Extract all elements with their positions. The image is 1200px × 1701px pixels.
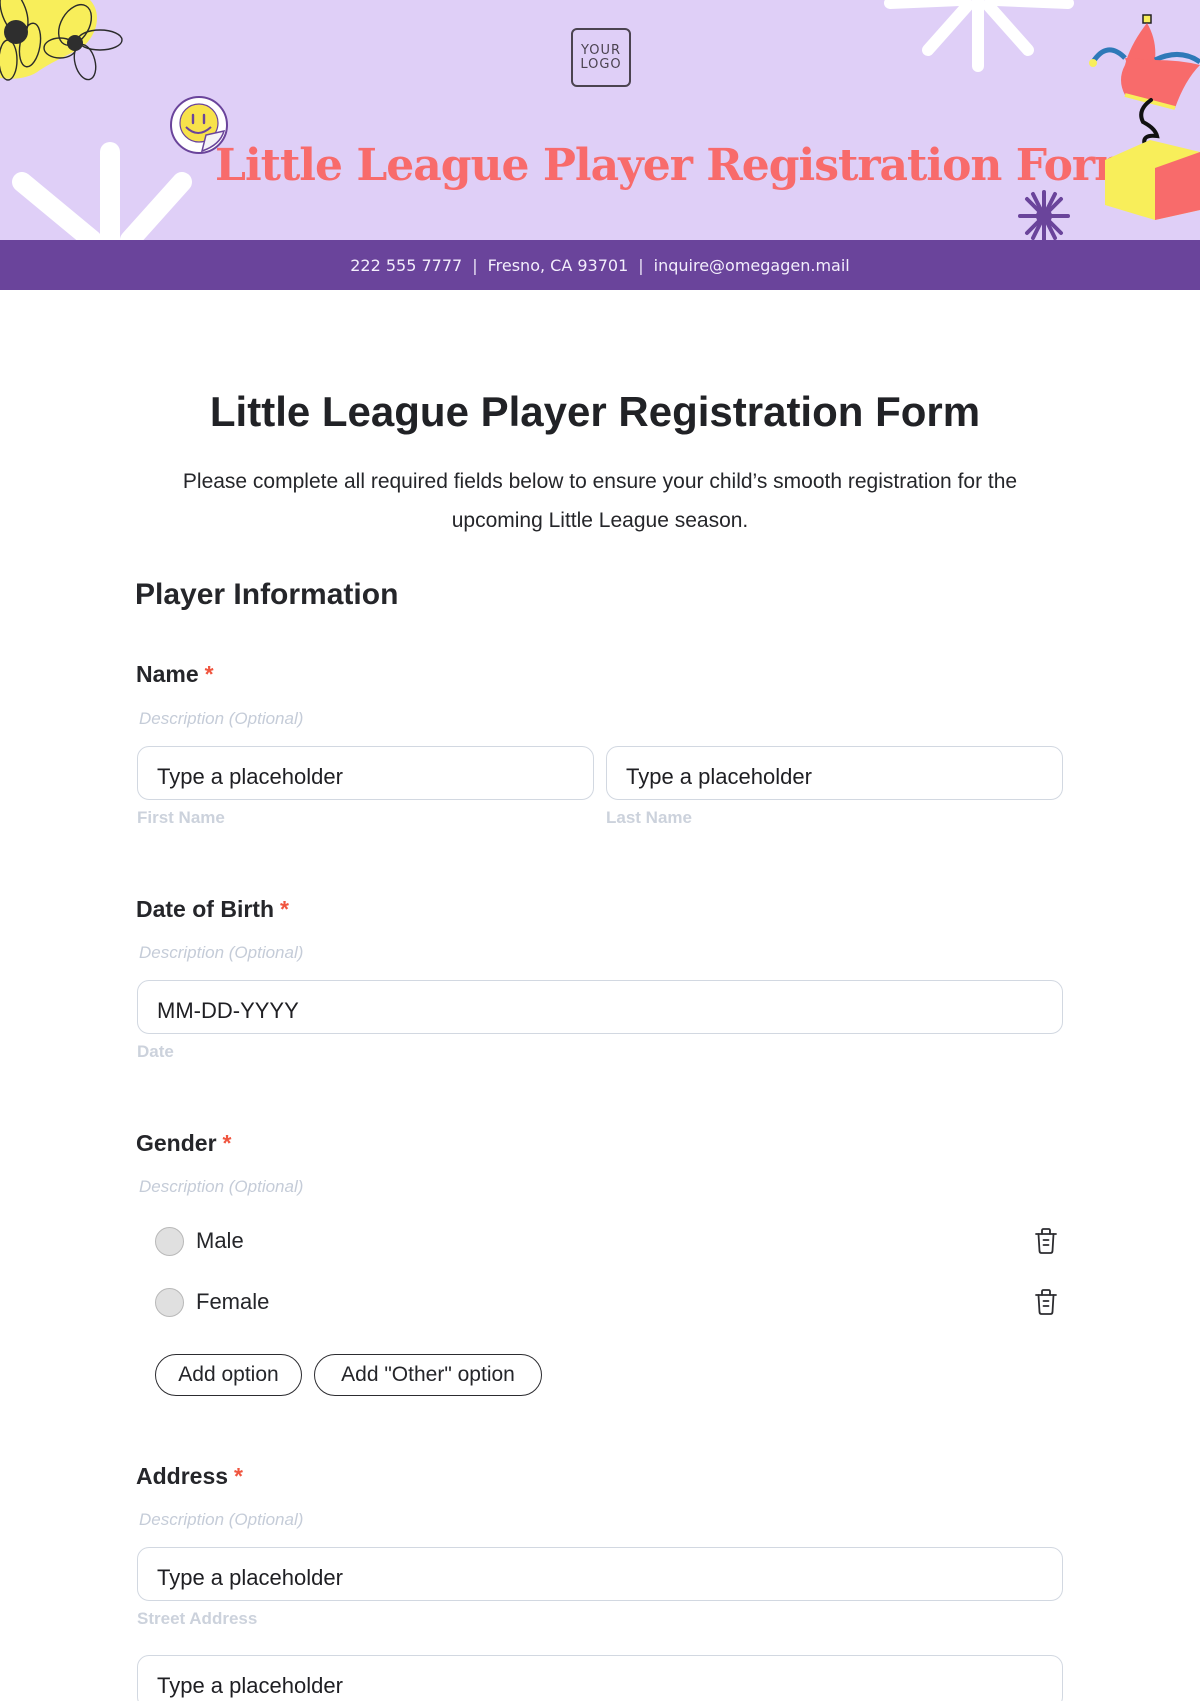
question-label-name: Name *: [136, 661, 214, 688]
banner-title: Little League Player Registration Form: [215, 140, 1141, 191]
required-asterisk: *: [234, 1463, 243, 1489]
burst-decoration-icon: [884, 0, 1074, 72]
label-text: Address: [136, 1463, 229, 1489]
question-description[interactable]: Description (Optional): [139, 709, 303, 729]
required-asterisk: *: [204, 661, 214, 687]
contact-email[interactable]: inquire@omegagen.mail: [654, 256, 850, 275]
form-title: Little League Player Registration Form: [209, 388, 981, 435]
trash-icon[interactable]: [1034, 1288, 1058, 1316]
form-description: Please complete all required fields belo…: [182, 470, 1018, 532]
required-asterisk: *: [280, 896, 289, 922]
address-line-2-input[interactable]: Type a placeholder: [137, 1655, 1063, 1701]
star-burst-icon: [1018, 190, 1070, 240]
logo-text-line1: YOUR: [580, 42, 621, 58]
street-address-sublabel: Street Address: [137, 1609, 258, 1628]
radio-button[interactable]: [155, 1287, 184, 1317]
question-label-address: Address *: [136, 1463, 243, 1490]
last-name-input[interactable]: Type a placeholder: [606, 746, 1063, 800]
contact-phone: 222 555 7777: [350, 255, 463, 275]
label-text: Date of Birth: [136, 896, 274, 922]
radio-button[interactable]: [155, 1226, 184, 1256]
question-label-date-of-birth: Date of Birth *: [136, 896, 289, 923]
contact-separator: |: [472, 255, 478, 275]
contact-separator: |: [638, 255, 644, 275]
radio-option-female[interactable]: Female: [155, 1284, 1060, 1320]
required-asterisk: *: [222, 1130, 232, 1156]
jack-in-the-box-icon: [1089, 14, 1200, 220]
contact-location: Fresno, CA 93701: [487, 255, 629, 275]
radio-option-label[interactable]: Female: [196, 1289, 1034, 1315]
last-name-sublabel: Last Name: [606, 808, 692, 827]
question-label-gender: Gender *: [136, 1130, 231, 1157]
radio-option-male[interactable]: Male: [155, 1223, 1060, 1259]
header-banner: YOUR LOGO Little League Player Registrat…: [0, 0, 1200, 240]
logo-text-line2: LOGO: [580, 56, 622, 72]
first-name-sublabel: First Name: [137, 808, 225, 827]
add-other-option-button[interactable]: Add "Other" option: [314, 1354, 542, 1396]
section-title-player-information: Player Information: [135, 578, 399, 611]
question-description[interactable]: Description (Optional): [139, 1510, 303, 1530]
trash-icon[interactable]: [1034, 1227, 1058, 1255]
label-text: Gender: [136, 1130, 217, 1156]
question-description[interactable]: Description (Optional): [139, 943, 303, 963]
date-sublabel: Date: [137, 1042, 174, 1061]
question-description[interactable]: Description (Optional): [139, 1177, 303, 1197]
first-name-input[interactable]: Type a placeholder: [137, 746, 594, 800]
street-address-input[interactable]: Type a placeholder: [137, 1547, 1063, 1601]
logo-placeholder: YOUR LOGO: [571, 28, 631, 87]
radio-option-label[interactable]: Male: [196, 1228, 1034, 1254]
flowers-decoration-icon: [0, 0, 123, 81]
date-of-birth-input[interactable]: MM-DD-YYYY: [137, 980, 1063, 1034]
contact-bar: 222 555 7777 | Fresno, CA 93701 | inquir…: [0, 240, 1200, 290]
add-option-button[interactable]: Add option: [155, 1354, 302, 1396]
label-text: Name: [136, 661, 199, 687]
